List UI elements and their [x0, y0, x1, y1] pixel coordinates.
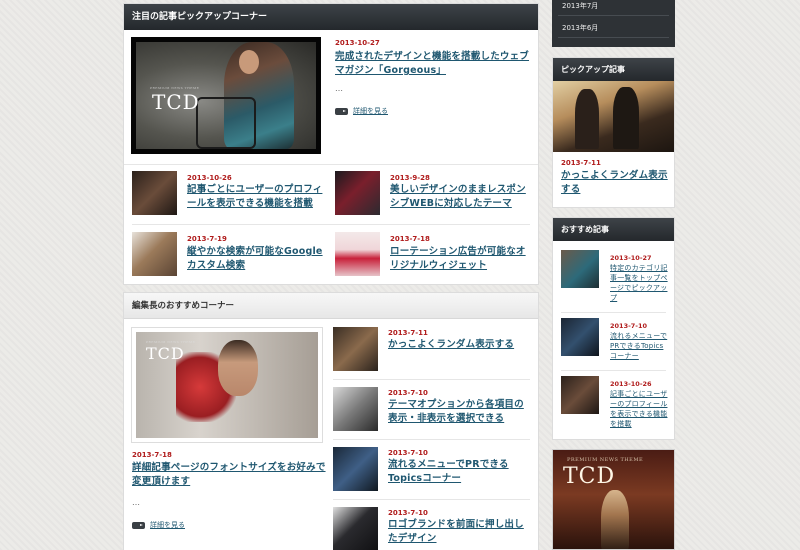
- article-title[interactable]: 記事ごとにユーザーのプロフィールを表示できる機能を搭載: [610, 389, 670, 429]
- pickup-title[interactable]: かっこよくランダム表示する: [561, 169, 669, 197]
- pickup-heading: ピックアップ記事: [553, 58, 674, 81]
- archive-link[interactable]: 2013年6月: [562, 23, 598, 33]
- article-thumbnail[interactable]: [333, 387, 378, 431]
- article-date: 2013-7-18: [390, 235, 430, 243]
- divider: [333, 499, 530, 500]
- article-thumbnail[interactable]: [561, 376, 599, 414]
- editor-main-logo: TCD: [146, 344, 185, 363]
- divider: [333, 379, 530, 380]
- pickup-widget: ピックアップ記事 2013-7-11 かっこよくランダム表示する: [552, 57, 675, 208]
- divider: [558, 15, 669, 16]
- archive-link[interactable]: 2013年7月: [562, 1, 598, 11]
- article-title[interactable]: 流れるメニューでPRできるTopicsコーナー: [610, 331, 670, 361]
- article-thumbnail[interactable]: [333, 447, 378, 491]
- divider: [558, 37, 669, 38]
- article-date: 2013-7-10: [388, 509, 428, 517]
- banner-logo: TCD: [563, 464, 616, 489]
- archive-widget: 2013年7月 2013年6月: [552, 0, 675, 47]
- pickup-image[interactable]: [553, 81, 674, 152]
- article-title[interactable]: 記事ごとにユーザーのプロフィールを表示できる機能を搭載: [187, 183, 327, 211]
- article-title[interactable]: ロゴブランドを前面に押し出したデザイン: [388, 518, 533, 546]
- banner-ad[interactable]: PREMIUM NEWS THEME TCD: [552, 449, 675, 550]
- recommend-heading: おすすめ記事: [553, 218, 674, 241]
- divider: [561, 370, 666, 371]
- article-title[interactable]: 縦やかな検索が可能なGoogleカスタム検索: [187, 245, 327, 273]
- article-thumbnail[interactable]: [561, 250, 599, 288]
- article-date: 2013-10-26: [187, 174, 232, 182]
- recommend-widget: おすすめ記事 2013-10-27 特定のカテゴリ記事一覧をトップページでピック…: [552, 217, 675, 440]
- divider: [124, 164, 538, 165]
- featured-main-title[interactable]: 完成されたデザインと機能を搭載したウェブマガジン「Gorgeous」: [335, 50, 535, 78]
- featured-main-image[interactable]: PREMIUM NEWS THEME TCD: [131, 37, 321, 154]
- article-title[interactable]: 流れるメニューでPRできるTopicsコーナー: [388, 458, 533, 486]
- article-date: 2013-7-10: [610, 322, 648, 330]
- divider: [333, 439, 530, 440]
- article-title[interactable]: 美しいデザインのままレスポンシブWEBに対応したテーマ: [390, 183, 530, 211]
- editor-heading: 編集長のおすすめコーナー: [124, 293, 538, 319]
- editor-section: 編集長のおすすめコーナー PREMIUM NEWS THEME TCD 2013…: [123, 292, 539, 550]
- editor-main-title[interactable]: 詳細記事ページのフォントサイズをお好みで変更頂けます: [132, 461, 327, 489]
- featured-main-more[interactable]: 詳細を見る: [335, 106, 388, 116]
- more-link-label: 詳細を見る: [150, 521, 185, 529]
- article-thumbnail[interactable]: [335, 171, 380, 215]
- article-thumbnail[interactable]: [132, 232, 177, 276]
- featured-section: 注目の記事ピックアップコーナー PREMIUM NEWS THEME TCD 2…: [123, 3, 539, 285]
- editor-main-date: 2013-7-18: [132, 451, 172, 459]
- divider: [561, 312, 666, 313]
- banner-logo-sub: PREMIUM NEWS THEME: [567, 457, 644, 463]
- divider: [132, 224, 530, 225]
- article-thumbnail[interactable]: [335, 232, 380, 276]
- editor-main-excerpt: …: [132, 498, 140, 507]
- article-date: 2013-10-27: [610, 254, 652, 262]
- article-date: 2013-7-19: [187, 235, 227, 243]
- more-link-label: 詳細を見る: [353, 107, 388, 115]
- pickup-date: 2013-7-11: [561, 159, 601, 167]
- article-title[interactable]: かっこよくランダム表示する: [388, 338, 533, 352]
- article-thumbnail[interactable]: [333, 327, 378, 371]
- arrow-right-icon: [132, 521, 145, 529]
- article-date: 2013-7-10: [388, 449, 428, 457]
- arrow-right-icon: [335, 107, 348, 115]
- featured-main-date: 2013-10-27: [335, 39, 380, 47]
- article-thumbnail[interactable]: [333, 507, 378, 550]
- featured-main-logo: TCD: [152, 90, 200, 114]
- article-date: 2013-9-28: [390, 174, 430, 182]
- article-date: 2013-7-11: [388, 329, 428, 337]
- article-title[interactable]: ローテーション広告が可能なオリジナルウィジェット: [390, 245, 530, 273]
- editor-main-image[interactable]: PREMIUM NEWS THEME TCD: [131, 327, 323, 443]
- article-date: 2013-7-10: [388, 389, 428, 397]
- article-title[interactable]: 特定のカテゴリ記事一覧をトップページでピックアップ: [610, 263, 670, 303]
- featured-main-excerpt: …: [335, 84, 343, 93]
- editor-main-more[interactable]: 詳細を見る: [132, 520, 185, 530]
- article-thumbnail[interactable]: [132, 171, 177, 215]
- article-thumbnail[interactable]: [561, 318, 599, 356]
- article-date: 2013-10-26: [610, 380, 652, 388]
- article-title[interactable]: テーマオプションから各項目の表示・非表示を選択できる: [388, 398, 533, 426]
- featured-heading: 注目の記事ピックアップコーナー: [124, 4, 538, 30]
